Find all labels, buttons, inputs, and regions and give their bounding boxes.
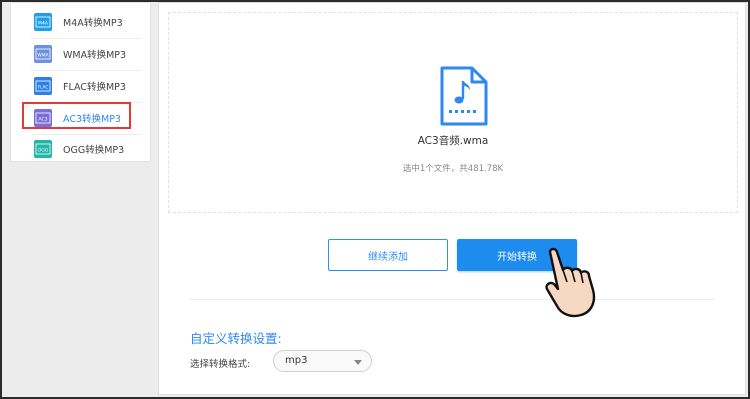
format-select-value: mp3 [285,355,308,366]
file-summary: 选中1个文件，共481.78K [402,164,504,174]
format-select[interactable]: mp3 [273,350,372,372]
section-divider [189,299,715,300]
sidebar-item-label: M4A转换MP3 [63,18,123,29]
hand-pointer-icon [545,247,596,318]
flac-file-icon: FLAC [34,77,52,95]
svg-text:OGG: OGG [38,148,49,154]
svg-text:M4A: M4A [38,21,49,27]
svg-text:AC3: AC3 [38,117,47,123]
sidebar-item-label: FLAC转换MP3 [63,82,126,93]
sidebar: M4A M4A转换MP3 WMA WMA转换MP3 FLAC FLAC转换MP3… [10,2,151,162]
audio-file-icon [440,66,488,126]
main-panel: AC3音频.wma 选中1个文件，共481.78K 继续添加 开始转换 自定义转… [158,2,746,395]
chevron-down-icon [354,360,362,365]
ogg-file-icon: OGG [34,140,52,158]
sidebar-item-flac[interactable]: FLAC FLAC转换MP3 [11,71,152,101]
file-drop-zone[interactable]: AC3音频.wma 选中1个文件，共481.78K [168,12,738,213]
sidebar-item-ac3[interactable]: AC3 AC3转换MP3 [11,103,152,133]
svg-text:FLAC: FLAC [38,85,49,90]
sidebar-item-ogg[interactable]: OGG OGG转换MP3 [11,134,152,164]
sidebar-item-label: OGG转换MP3 [63,145,125,156]
file-name: AC3音频.wma [417,135,489,147]
sidebar-item-m4a[interactable]: M4A M4A转换MP3 [11,7,152,37]
sidebar-item-label: AC3转换MP3 [63,114,121,125]
continue-add-button[interactable]: 继续添加 [328,239,448,271]
svg-text:WMA: WMA [37,53,48,59]
m4a-file-icon: M4A [34,13,52,31]
wma-file-icon: WMA [34,45,52,63]
ac3-file-icon: AC3 [34,109,52,127]
settings-title: 自定义转换设置: [190,331,282,346]
sidebar-item-wma[interactable]: WMA WMA转换MP3 [11,39,152,69]
format-label: 选择转换格式: [190,359,251,370]
sidebar-item-label: WMA转换MP3 [63,50,127,61]
